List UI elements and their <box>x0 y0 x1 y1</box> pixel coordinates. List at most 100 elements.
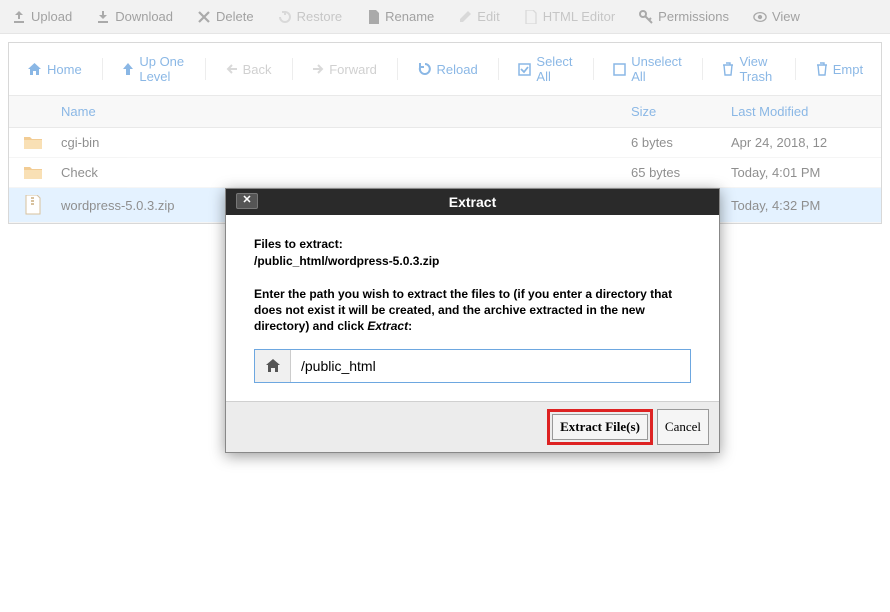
upload-icon <box>12 10 26 24</box>
files-to-extract-label: Files to extract: <box>254 237 691 251</box>
back-button[interactable]: Back <box>216 57 282 82</box>
cancel-button[interactable]: Cancel <box>657 409 709 445</box>
col-size-header[interactable]: Size <box>631 104 731 119</box>
zip-icon <box>25 195 41 215</box>
empty-trash-button[interactable]: Empt <box>806 57 873 82</box>
view-label: View <box>772 9 800 24</box>
extract-button-highlight: Extract File(s) <box>547 409 653 445</box>
trash-icon <box>722 62 734 76</box>
modal-footer: Extract File(s) Cancel <box>226 401 719 452</box>
download-label: Download <box>115 9 173 24</box>
unselect-all-label: Unselect All <box>631 54 682 84</box>
reload-button[interactable]: Reload <box>408 57 488 82</box>
rename-button[interactable]: Rename <box>354 5 446 28</box>
rename-label: Rename <box>385 9 434 24</box>
edit-icon <box>458 10 472 24</box>
file-icon-cell <box>9 165 57 180</box>
view-button[interactable]: View <box>741 5 812 28</box>
delete-label: Delete <box>216 9 254 24</box>
col-name-header[interactable]: Name <box>57 104 631 119</box>
file-size: 6 bytes <box>631 135 731 150</box>
back-label: Back <box>243 62 272 77</box>
eye-icon <box>753 10 767 24</box>
file-name: Check <box>57 165 631 180</box>
html-editor-label: HTML Editor <box>543 9 615 24</box>
file-icon-cell <box>9 195 57 215</box>
instruction-text: Enter the path you wish to extract the f… <box>254 287 672 333</box>
file-modified: Apr 24, 2018, 12 <box>731 135 881 150</box>
modal-body: Files to extract: /public_html/wordpress… <box>226 215 719 401</box>
col-icon-header <box>9 104 57 119</box>
html-editor-icon <box>524 10 538 24</box>
select-all-label: Select All <box>536 54 572 84</box>
instruction-emphasis: Extract <box>367 319 408 333</box>
file-row[interactable]: cgi-bin 6 bytes Apr 24, 2018, 12 <box>9 128 881 158</box>
restore-button[interactable]: Restore <box>266 5 355 28</box>
forward-label: Forward <box>329 62 377 77</box>
download-icon <box>96 10 110 24</box>
col-modified-header[interactable]: Last Modified <box>731 104 881 119</box>
reload-icon <box>418 62 432 76</box>
delete-button[interactable]: Delete <box>185 5 266 28</box>
download-button[interactable]: Download <box>84 5 185 28</box>
folder-icon <box>24 135 42 150</box>
forward-button[interactable]: Forward <box>302 57 387 82</box>
file-name: cgi-bin <box>57 135 631 150</box>
home-label: Home <box>47 62 82 77</box>
nav-toolbar: Home Up One Level Back Forward Reload Se… <box>9 43 881 96</box>
modal-title: Extract <box>449 194 496 210</box>
top-toolbar: Upload Download Delete Restore Rename Ed… <box>0 0 890 34</box>
unselect-all-button[interactable]: Unselect All <box>603 49 692 89</box>
extract-files-button[interactable]: Extract File(s) <box>552 414 648 440</box>
html-editor-button[interactable]: HTML Editor <box>512 5 627 28</box>
table-header: Name Size Last Modified <box>9 96 881 128</box>
delete-icon <box>197 10 211 24</box>
restore-icon <box>278 10 292 24</box>
view-trash-label: View Trash <box>739 54 775 84</box>
separator <box>205 58 206 80</box>
folder-icon <box>24 165 42 180</box>
restore-label: Restore <box>297 9 343 24</box>
home-button[interactable]: Home <box>17 57 92 82</box>
separator <box>102 58 103 80</box>
separator <box>498 58 499 80</box>
unselect-all-icon <box>613 63 626 76</box>
separator <box>397 58 398 80</box>
file-size: 65 bytes <box>631 165 731 180</box>
extract-instruction: Enter the path you wish to extract the f… <box>254 286 691 335</box>
file-row[interactable]: Check 65 bytes Today, 4:01 PM <box>9 158 881 188</box>
edit-button[interactable]: Edit <box>446 5 511 28</box>
view-trash-button[interactable]: View Trash <box>712 49 785 89</box>
up-label: Up One Level <box>139 54 185 84</box>
home-icon <box>27 62 42 76</box>
separator <box>702 58 703 80</box>
separator <box>593 58 594 80</box>
close-icon[interactable]: ✕ <box>236 193 258 209</box>
extract-path-input[interactable] <box>291 350 690 382</box>
upload-label: Upload <box>31 9 72 24</box>
edit-label: Edit <box>477 9 499 24</box>
files-to-extract-path: /public_html/wordpress-5.0.3.zip <box>254 254 691 268</box>
file-modified: Today, 4:32 PM <box>731 198 881 213</box>
upload-button[interactable]: Upload <box>0 5 84 28</box>
permissions-button[interactable]: Permissions <box>627 5 741 28</box>
extract-modal: ✕ Extract Files to extract: /public_html… <box>225 188 720 453</box>
empty-trash-label: Empt <box>833 62 863 77</box>
up-icon <box>122 62 134 76</box>
permissions-label: Permissions <box>658 9 729 24</box>
home-icon[interactable] <box>255 350 291 382</box>
file-icon-cell <box>9 135 57 150</box>
trash-icon <box>816 62 828 76</box>
key-icon <box>639 10 653 24</box>
file-modified: Today, 4:01 PM <box>731 165 881 180</box>
separator <box>292 58 293 80</box>
rename-icon <box>366 10 380 24</box>
up-one-level-button[interactable]: Up One Level <box>112 49 195 89</box>
separator <box>795 58 796 80</box>
forward-icon <box>312 63 324 75</box>
modal-titlebar: ✕ Extract <box>226 189 719 215</box>
reload-label: Reload <box>437 62 478 77</box>
path-input-wrap <box>254 349 691 383</box>
select-all-button[interactable]: Select All <box>508 49 582 89</box>
select-all-icon <box>518 63 531 76</box>
